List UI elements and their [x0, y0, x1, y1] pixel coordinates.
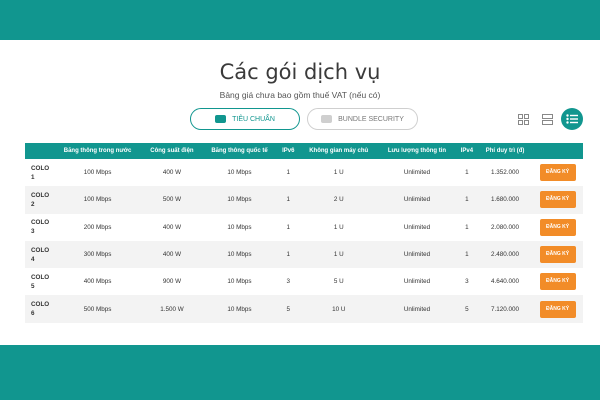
grid-view-icon[interactable]	[514, 110, 532, 128]
power: 1.500 W	[160, 305, 184, 313]
ipv4: 1	[465, 223, 469, 231]
column-header: Công suất điện	[150, 148, 194, 154]
column-header	[25, 143, 53, 159]
table-row: COLO 2 100 Mbps 500 W 10 Mbps 1 2 U Unli…	[25, 186, 583, 214]
register-button[interactable]: ĐĂNG KÝ	[539, 218, 576, 236]
table-row: COLO 3 200 Mbps 400 W 10 Mbps 1 1 U Unli…	[25, 213, 583, 241]
tab-bundle-security[interactable]: BUNDLE SECURITY	[307, 108, 418, 130]
server-icon	[215, 115, 227, 123]
power: 400 W	[162, 251, 182, 259]
traffic: Unlimited	[403, 305, 431, 313]
pricing-panel: Các gói dịch vụ Bảng giá chưa bao gồm th…	[0, 40, 600, 345]
column-header: IPv4	[460, 148, 474, 154]
tab-label: TIÊU CHUẨN	[232, 115, 275, 123]
power: 900 W	[162, 278, 182, 286]
plan-name: COLO 3	[31, 219, 50, 236]
plan-name: COLO 1	[31, 164, 50, 181]
table-row: COLO 5 400 Mbps 900 W 10 Mbps 3 5 U Unli…	[25, 268, 583, 296]
column-header: Lưu lượng thông tin	[387, 148, 447, 154]
ipv4: 1	[465, 196, 469, 204]
server-space: 1 U	[333, 169, 344, 177]
intl-bandwidth: 10 Mbps	[227, 251, 252, 259]
tab-label: BUNDLE SECURITY	[338, 115, 404, 123]
table-header-row: Băng thông trong nước Công suất điện Băn…	[25, 143, 583, 159]
traffic: Unlimited	[403, 223, 431, 231]
ipv6: 1	[286, 196, 291, 204]
table-row: COLO 4 300 Mbps 400 W 10 Mbps 1 1 U Unli…	[25, 240, 583, 269]
traffic: Unlimited	[403, 196, 431, 204]
ipv6: 3	[286, 278, 291, 286]
server-space: 5 U	[333, 278, 344, 286]
maintenance-fee: 1.680.000	[491, 196, 520, 204]
table-row: COLO 6 500 Mbps 1.500 W 10 Mbps 5 10 U U…	[25, 295, 583, 323]
ipv4: 5	[465, 305, 469, 313]
column-header: Băng thông quốc tế	[211, 148, 268, 154]
intl-bandwidth: 10 Mbps	[227, 278, 252, 286]
traffic: Unlimited	[403, 251, 431, 259]
maintenance-fee: 2.480.000	[491, 251, 520, 259]
plan-name: COLO 2	[31, 191, 50, 208]
page-title: Các gói dịch vụ	[219, 60, 381, 84]
domestic-bandwidth: 400 Mbps	[83, 278, 112, 286]
maintenance-fee: 1.352.000	[491, 169, 520, 177]
rows-view-icon[interactable]	[538, 110, 556, 128]
register-button[interactable]: ĐĂNG KÝ	[539, 273, 576, 291]
ipv4: 3	[465, 278, 469, 286]
server-space: 10 U	[332, 305, 346, 313]
ipv6: 1	[286, 251, 291, 259]
register-button[interactable]: ĐĂNG KÝ	[539, 164, 576, 182]
page-subtitle: Bảng giá chưa bao gồm thuế VAT (nếu có)	[219, 90, 381, 100]
maintenance-fee: 7.120.000	[491, 305, 520, 313]
power: 400 W	[162, 169, 182, 177]
column-header: Không gian máy chủ	[309, 148, 369, 154]
traffic: Unlimited	[403, 278, 431, 286]
tab-standard[interactable]: TIÊU CHUẨN	[190, 108, 300, 130]
register-button[interactable]: ĐĂNG KÝ	[539, 300, 576, 318]
domestic-bandwidth: 500 Mbps	[83, 305, 112, 313]
ipv4: 1	[465, 251, 469, 259]
intl-bandwidth: 10 Mbps	[227, 169, 252, 177]
plan-name: COLO 5	[31, 273, 50, 290]
column-header	[532, 143, 583, 159]
column-header: Băng thông trong nước	[63, 148, 132, 154]
ipv6: 5	[286, 305, 291, 313]
plan-name: COLO 6	[31, 301, 50, 318]
table-row: COLO 1 100 Mbps 400 W 10 Mbps 1 1 U Unli…	[25, 159, 583, 187]
intl-bandwidth: 10 Mbps	[227, 223, 252, 231]
column-header: IPv6	[282, 148, 295, 154]
shield-icon	[321, 115, 333, 123]
ipv4: 1	[465, 169, 469, 177]
pricing-table: Băng thông trong nước Công suất điện Băn…	[25, 143, 583, 323]
column-header: Phí duy trì (đ)	[485, 148, 525, 154]
domestic-bandwidth: 300 Mbps	[83, 251, 112, 259]
register-button[interactable]: ĐĂNG KÝ	[539, 191, 576, 209]
traffic: Unlimited	[403, 169, 431, 177]
ipv6: 1	[286, 169, 291, 177]
register-button[interactable]: ĐĂNG KÝ	[539, 246, 576, 264]
domestic-bandwidth: 200 Mbps	[83, 223, 112, 231]
plan-name: COLO 4	[31, 246, 50, 263]
domestic-bandwidth: 100 Mbps	[83, 196, 112, 204]
server-space: 2 U	[333, 196, 344, 204]
intl-bandwidth: 10 Mbps	[227, 305, 252, 313]
server-space: 1 U	[333, 223, 344, 231]
maintenance-fee: 2.080.000	[491, 223, 520, 231]
power: 400 W	[162, 223, 182, 231]
ipv6: 1	[286, 223, 291, 231]
intl-bandwidth: 10 Mbps	[227, 196, 252, 204]
list-view-icon[interactable]	[561, 108, 583, 130]
server-space: 1 U	[333, 251, 344, 259]
power: 500 W	[162, 196, 182, 204]
domestic-bandwidth: 100 Mbps	[83, 169, 112, 177]
maintenance-fee: 4.640.000	[491, 278, 520, 286]
